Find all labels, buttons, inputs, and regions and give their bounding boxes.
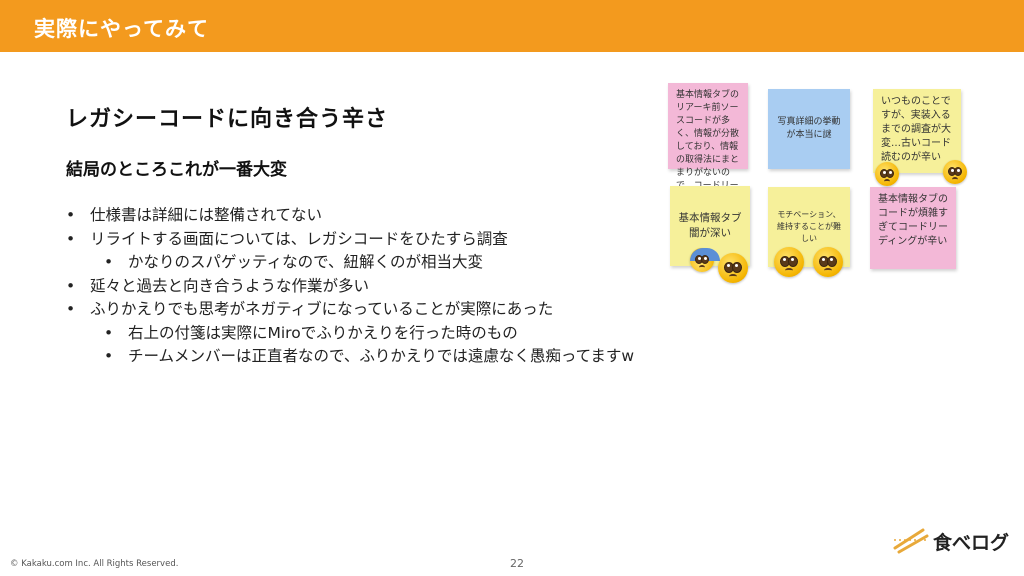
pleading-face-icon [875, 162, 899, 186]
pleading-face-icon [774, 247, 804, 277]
bullet-subitem: • かなりのスパゲッティなので、紐解くのが相当大変 [66, 251, 634, 275]
bullet-list: • 仕様書は詳細には整備されてない • リライトする画面については、レガシコードをひ… [66, 204, 634, 369]
bullet-item: • 仕様書は詳細には整備されてない [66, 204, 634, 228]
sticky-note-pink: 基本情報タブのリアーキ前ソースコードが多く、情報が分散しており、情報の取得法にま… [668, 83, 748, 204]
fearful-face-icon [690, 248, 720, 272]
bullet-item: • リライトする画面については、レガシコードをひたすら調査 [66, 228, 634, 252]
bullet-dot: • [66, 276, 76, 295]
header-bar: 実際にやってみて [0, 0, 1024, 52]
page-number: 22 [510, 557, 524, 570]
bullet-item: • 延々と過去と向き合うような作業が多い [66, 275, 634, 299]
bullet-dot: • [104, 347, 114, 365]
sticky-note-yellow: いつものことですが、実装入るまでの調査が大変…古いコード読むのが辛い [873, 89, 961, 173]
header-title: 実際にやってみて [34, 17, 209, 41]
bullet-dot: • [66, 300, 76, 318]
bullet-dot: • [104, 253, 114, 271]
bullet-subitem: • チームメンバーは正直者なので、ふりかえりでは遠慮なく愚痴ってますw [66, 345, 634, 369]
bullet-item: • ふりかえりでも思考がネガティブになっていることが実際にあった [66, 298, 634, 322]
sticky-note-pink: 基本情報タブのコードが煩雑すぎてコードリーディングが辛い [870, 187, 956, 269]
tabelog-logo: 食べログ [893, 526, 1009, 556]
sticky-note-blue: 写真詳細の挙動が本当に謎 [768, 89, 850, 169]
bullet-dot: • [104, 323, 114, 342]
copyright-text: © Kakaku.com Inc. All Rights Reserved. [10, 559, 179, 569]
pleading-face-icon [813, 247, 843, 277]
pleading-face-icon [718, 253, 748, 283]
chopsticks-icon [893, 528, 929, 554]
bullet-subitem: • 右上の付箋は実際にMiroでふりかえりを行った時のもの [66, 322, 634, 346]
bullet-dot: • [66, 206, 76, 224]
slide-subtitle: 結局のところこれが一番大変 [66, 160, 287, 180]
logo-text: 食べログ [933, 532, 1010, 554]
slide-title: レガシーコードに向き合う辛さ [66, 107, 389, 132]
bullet-dot: • [66, 229, 76, 248]
pleading-face-icon [943, 160, 967, 184]
